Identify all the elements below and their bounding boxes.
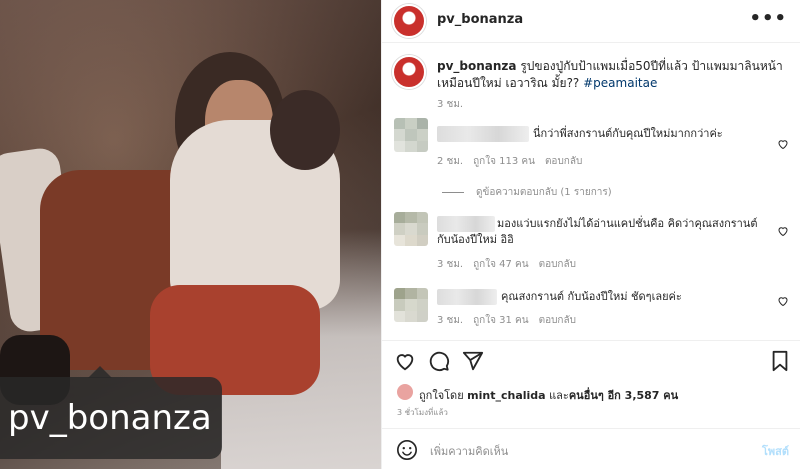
share-send-icon[interactable] — [462, 350, 484, 372]
watermark-tag: pv_bonanza — [0, 377, 222, 459]
commenter-avatar-blurred[interactable] — [394, 118, 428, 152]
comment-likes[interactable]: ถูกใจ 31 คน — [473, 315, 528, 326]
caption-username[interactable]: pv_bonanza — [437, 59, 517, 73]
post-action-bar — [382, 340, 800, 381]
comment-meta: 2 ชม. ถูกใจ 113 คน ตอบกลับ — [437, 154, 592, 169]
caption-avatar[interactable] — [392, 55, 426, 89]
comment-text: คุณสงกรานต์ กับน้องปีใหม่ ชัดๆเลยค่ะ — [501, 290, 682, 303]
comment-likes[interactable]: ถูกใจ 47 คน — [473, 259, 528, 270]
post-header: pv_bonanza ••• — [382, 0, 800, 43]
like-comment-heart-icon[interactable] — [777, 138, 789, 150]
add-comment-bar: เพิ่มความคิดเห็น โพสต์ — [382, 428, 800, 470]
comment-time: 3 ชม. — [437, 259, 464, 270]
likes-prefix: ถูกใจโดย — [419, 389, 468, 402]
liker-avatar[interactable] — [397, 384, 413, 400]
comment-time: 2 ชม. — [437, 156, 464, 167]
comment-meta: 3 ชม. ถูกใจ 31 คน ตอบกลับ — [437, 313, 586, 328]
comment-text: มองแว่บแรกยังไม่ได้อ่านแคปชั่นคือ คิดว่า… — [437, 217, 758, 246]
post-time-ago: 3 ชั่วโมงที่แล้ว — [397, 408, 448, 417]
view-replies-label: ดูข้อความตอบกลับ (1 รายการ) — [476, 187, 612, 198]
view-replies-button[interactable]: ดูข้อความตอบกลับ (1 รายการ) — [442, 185, 612, 200]
caption-text: pv_bonanza รูปของปู่กับป้าแพมเมื่อ50ปีที… — [437, 58, 792, 92]
like-comment-heart-icon[interactable] — [777, 225, 789, 237]
header-username[interactable]: pv_bonanza — [437, 12, 523, 27]
likes-others-link[interactable]: คนอื่นๆ อีก 3,587 คน — [569, 389, 678, 402]
comment-meta: 3 ชม. ถูกใจ 47 คน ตอบกลับ — [437, 257, 586, 272]
comment-likes[interactable]: ถูกใจ 113 คน — [473, 156, 535, 167]
post-photo[interactable]: pv_bonanza — [0, 0, 381, 469]
photo-child-hair — [270, 90, 340, 170]
like-comment-heart-icon[interactable] — [777, 295, 789, 307]
comment-input[interactable]: เพิ่มความคิดเห็น — [430, 442, 508, 460]
liker-username[interactable]: mint_chalida — [467, 389, 545, 402]
comment-reply-button[interactable]: ตอบกลับ — [539, 315, 576, 326]
comment-reply-button[interactable]: ตอบกลับ — [545, 156, 582, 167]
likes-middle: และ — [545, 389, 569, 402]
like-heart-icon[interactable] — [394, 350, 416, 372]
comment-reply-button[interactable]: ตอบกลับ — [539, 259, 576, 270]
comment-time: 3 ชม. — [437, 315, 464, 326]
comment-bubble-icon[interactable] — [428, 350, 450, 372]
comment-text: นี่กว่าพี่สงกรานต์กับคุณปีใหม่มากกว่าค่ะ — [533, 127, 723, 140]
commenter-avatar-blurred[interactable] — [394, 288, 428, 322]
replies-divider — [442, 191, 464, 193]
avatar[interactable] — [392, 4, 426, 38]
post-side-panel: pv_bonanza ••• pv_bonanza รูปของปู่กับป้… — [381, 0, 800, 469]
caption-hashtag[interactable]: #peamaitae — [583, 76, 657, 90]
likes-text: ถูกใจโดย mint_chalida และคนอื่นๆ อีก 3,5… — [419, 386, 678, 404]
more-options-icon[interactable]: ••• — [749, 8, 787, 29]
save-bookmark-icon[interactable] — [769, 350, 791, 372]
commenter-name-blurred[interactable] — [437, 289, 497, 305]
commenter-name-blurred[interactable] — [437, 126, 529, 142]
emoji-icon[interactable] — [396, 439, 418, 461]
post-comment-button[interactable]: โพสต์ — [762, 442, 789, 460]
caption-time: 3 ชม. — [437, 99, 464, 110]
commenter-avatar-blurred[interactable] — [394, 212, 428, 246]
